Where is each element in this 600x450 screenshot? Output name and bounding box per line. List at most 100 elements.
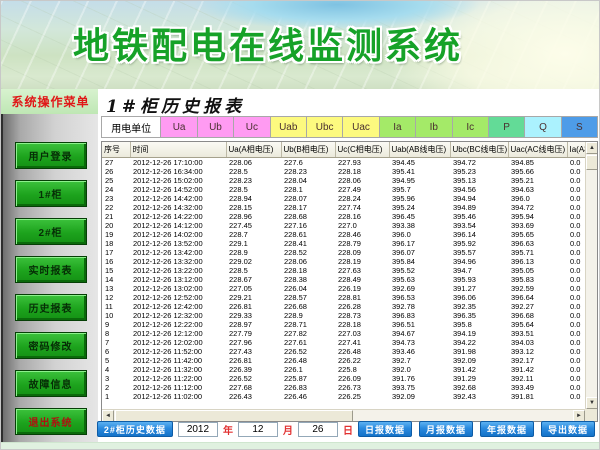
table-row[interactable]: 3 2012-12-26 11:22:00 226.52 225.87 226.09 39…	[102, 374, 586, 383]
table-cell: 391.27	[453, 283, 476, 293]
table-cell: 227.45	[229, 220, 252, 230]
unit-cell-Q[interactable]: Q	[524, 116, 562, 138]
day-label: 日	[342, 425, 353, 437]
table-row[interactable]: 2 2012-12-26 11:12:00 227.68 226.83 226.73 39…	[102, 383, 586, 392]
sidebar-item-realtime-report[interactable]: 实时报表	[14, 256, 87, 283]
table-row[interactable]: 19 2012-12-26 14:02:00 228.7 228.61 228.46 39…	[102, 230, 586, 239]
table-cell: 4	[105, 364, 110, 374]
table-cell: 227.49	[338, 184, 361, 194]
vertical-scroll-thumb[interactable]	[586, 155, 597, 170]
unit-cell-Uc[interactable]: Uc	[233, 116, 271, 138]
table-row[interactable]: 21 2012-12-26 14:22:00 228.96 228.68 228.16 3…	[102, 212, 586, 221]
table-cell: 394.7	[453, 265, 472, 275]
scroll-down-icon[interactable]: ▼	[586, 397, 597, 409]
table-row[interactable]: 17 2012-12-26 13:42:00 228.9 228.52 228.09 39…	[102, 248, 586, 257]
export-data-button[interactable]: 导出数据	[540, 421, 595, 437]
vertical-scrollbar[interactable]: ▲ ▼	[585, 142, 597, 409]
table-cell: 0.0	[570, 175, 581, 185]
table-cell: 227.63	[338, 265, 361, 275]
cabinet2-history-button[interactable]: 2#柜历史数据	[96, 421, 173, 437]
table-row[interactable]: 14 2012-12-26 13:12:00 228.67 228.38 228.49 3…	[102, 275, 586, 284]
table-row[interactable]: 23 2012-12-26 14:42:00 228.94 228.07 228.24 3…	[102, 194, 586, 203]
main-content: 1#柜历史报表 用电单位 Ua Ub Uc Uab Ubc Uac Ia Ib Ic P Q S 序号时…	[96, 89, 599, 444]
unit-cell-Uab[interactable]: Uab	[269, 116, 307, 138]
table-row[interactable]: 16 2012-12-26 13:32:00 229.02 228.06 228.19 3…	[102, 257, 586, 266]
table-row[interactable]: 5 2012-12-26 11:42:00 226.81 226.48 226.22 39…	[102, 356, 586, 365]
column-header: Uac(AC线电压)	[508, 142, 568, 158]
table-cell: 2012-12-26 14:42:00	[133, 193, 203, 203]
table-cell: 228.5	[229, 166, 248, 176]
table-cell: 391.76	[392, 373, 415, 383]
year-label: 年	[222, 425, 233, 437]
table-cell: 0.0	[570, 391, 581, 401]
table-row[interactable]: 25 2012-12-26 15:02:00 228.23 228.04 228.06 3…	[102, 176, 586, 185]
unit-cell-Uac[interactable]: Uac	[342, 116, 380, 138]
footer-controls: 2#柜历史数据 年 月 日 日报数据月报数据年报数据导出数据	[96, 420, 595, 438]
table-row[interactable]: 1 2012-12-26 11:02:00 226.43 226.46 226.25 39…	[102, 392, 586, 401]
month-input[interactable]	[237, 421, 278, 437]
table-grid: 序号 时间 Ua(A相电压) Ub(B相电压) Uc(C相电压) Uab(AB线电压) Ub…	[102, 142, 587, 401]
table-row[interactable]: 26 2012-12-26 16:34:00 228.5 228.23 228.18 39…	[102, 167, 586, 176]
table-cell: 228.9	[229, 247, 248, 257]
unit-cell-S[interactable]: S	[560, 116, 599, 138]
table-cell: 227.0	[338, 220, 357, 230]
table-row[interactable]: 10 2012-12-26 12:32:00 229.33 228.9 228.73 39…	[102, 311, 586, 320]
unit-cell-用电单位[interactable]: 用电单位	[101, 116, 162, 138]
table-row[interactable]: 12 2012-12-26 12:52:00 229.21 228.57 228.81 3…	[102, 293, 586, 302]
table-cell: 226.09	[338, 373, 361, 383]
table-cell: 5	[105, 355, 110, 365]
table-row[interactable]: 8 2012-12-26 12:12:00 227.79 227.82 227.03 39…	[102, 329, 586, 338]
table-row[interactable]: 24 2012-12-26 14:52:00 228.5 228.1 227.49 395…	[102, 185, 586, 194]
table-row[interactable]: 9 2012-12-26 12:22:00 228.97 228.71 228.18 39…	[102, 320, 586, 329]
sidebar-item-user-login[interactable]: 用户登录	[14, 142, 87, 169]
unit-cell-P[interactable]: P	[487, 116, 526, 138]
table-row[interactable]: 27 2012-12-26 17:10:00 228.06 227.6 227.93 39…	[102, 157, 586, 167]
table-cell: 2012-12-26 13:52:00	[133, 238, 203, 248]
sidebar-item-history-report[interactable]: 历史报表	[14, 294, 87, 321]
table-cell: 395.94	[511, 211, 534, 221]
table-row[interactable]: 22 2012-12-26 14:32:00 228.15 228.17 227.74 3…	[102, 203, 586, 212]
sidebar-item-cabinet1[interactable]: 1#柜	[14, 180, 87, 207]
table-cell: 227.79	[229, 328, 252, 338]
unit-cell-Ubc[interactable]: Ubc	[305, 116, 344, 138]
table-cell: 394.03	[511, 337, 534, 347]
table-cell: 0.0	[570, 193, 581, 203]
unit-cell-Ub[interactable]: Ub	[196, 116, 235, 138]
sidebar-item-fault-info[interactable]: 故障信息	[14, 370, 87, 397]
unit-cell-Ic[interactable]: Ic	[451, 116, 489, 138]
table-cell: 9	[105, 319, 110, 329]
yearly-report-button[interactable]: 年报数据	[479, 421, 534, 437]
sidebar-item-exit-system[interactable]: 退出系统	[14, 408, 87, 435]
table-row[interactable]: 7 2012-12-26 12:02:00 227.96 227.61 227.41 39…	[102, 338, 586, 347]
table-cell: 228.57	[284, 292, 307, 302]
table-row[interactable]: 13 2012-12-26 13:02:00 227.05 226.04 226.19 3…	[102, 284, 586, 293]
table-cell: 0.0	[570, 265, 581, 275]
table-row[interactable]: 20 2012-12-26 14:12:00 227.45 227.16 227.0 39…	[102, 221, 586, 230]
table-row[interactable]: 15 2012-12-26 13:22:00 228.5 228.18 227.63 39…	[102, 266, 586, 275]
scroll-up-icon[interactable]: ▲	[586, 142, 597, 154]
table-cell: 27	[105, 157, 114, 167]
sidebar-item-change-password[interactable]: 密码修改	[14, 332, 87, 359]
table-cell: 0.0	[570, 184, 581, 194]
table-cell: 393.49	[511, 382, 534, 392]
unit-cell-Ia[interactable]: Ia	[378, 116, 417, 138]
year-input[interactable]	[177, 421, 218, 437]
column-header: Ub(B相电压)	[281, 142, 336, 158]
table-row[interactable]: 4 2012-12-26 11:32:00 226.39 226.1 225.8 392.…	[102, 365, 586, 374]
table-row[interactable]: 18 2012-12-26 13:52:00 229.1 228.41 228.79 39…	[102, 239, 586, 248]
table-cell: 392.27	[511, 301, 534, 311]
table-cell: 394.67	[392, 328, 415, 338]
table-cell: 395.52	[392, 265, 415, 275]
table-cell: 392.69	[392, 283, 415, 293]
table-cell: 395.93	[453, 274, 476, 284]
table-row[interactable]: 6 2012-12-26 11:52:00 227.43 226.52 226.48 39…	[102, 347, 586, 356]
table-cell: 0.0	[570, 283, 581, 293]
monthly-report-button[interactable]: 月报数据	[418, 421, 473, 437]
table-cell: 26	[105, 166, 114, 176]
table-row[interactable]: 11 2012-12-26 12:42:00 226.81 226.68 226.28 3…	[102, 302, 586, 311]
unit-cell-Ib[interactable]: Ib	[415, 116, 453, 138]
daily-report-button[interactable]: 日报数据	[357, 421, 412, 437]
unit-cell-Ua[interactable]: Ua	[160, 116, 198, 138]
day-input[interactable]	[297, 421, 338, 437]
sidebar-item-cabinet2[interactable]: 2#柜	[14, 218, 87, 245]
